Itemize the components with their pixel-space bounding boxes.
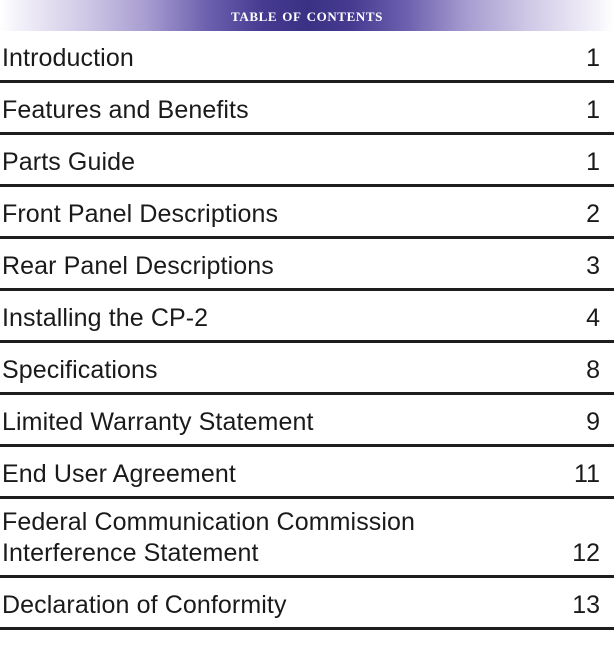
- toc-entry[interactable]: Specifications 8: [0, 343, 614, 395]
- toc-entry-title: Front Panel Descriptions: [2, 200, 279, 228]
- toc-entry[interactable]: End User Agreement 11: [0, 447, 614, 499]
- toc-entry-page-number: 9: [586, 408, 600, 436]
- page-title: Table Of Contents: [231, 5, 383, 25]
- toc-entry-page-number: 8: [586, 356, 600, 384]
- toc-entry-page-number: 2: [586, 200, 600, 228]
- toc-entry[interactable]: Rear Panel Descriptions 3: [0, 239, 614, 291]
- toc-entry-title: Installing the CP-2: [2, 304, 209, 332]
- toc-entry-page-number: 3: [586, 252, 600, 280]
- toc-entry-page-number: 11: [574, 460, 600, 488]
- toc-entry-title: Federal Communication Commission Interfe…: [2, 508, 416, 567]
- toc-entry[interactable]: Limited Warranty Statement 9: [0, 395, 614, 447]
- toc-entry-title: Parts Guide: [2, 148, 136, 176]
- toc-entry[interactable]: Front Panel Descriptions 2: [0, 187, 614, 239]
- toc-entry-page-number: 1: [586, 96, 600, 124]
- toc-entry[interactable]: Introduction 1: [0, 31, 614, 83]
- toc-entry-title: Specifications: [2, 356, 158, 384]
- toc-entry-title: Declaration of Conformity: [2, 591, 287, 619]
- toc-entry-list: Introduction 1 Features and Benefits 1 Parts…: [0, 31, 614, 630]
- toc-header-banner: Table Of Contents: [0, 0, 614, 31]
- toc-page: Table Of Contents Introduction 1 Features …: [0, 0, 614, 654]
- toc-entry-page-number: 1: [586, 44, 600, 72]
- toc-entry[interactable]: Federal Communication Commission Interfe…: [0, 499, 614, 578]
- toc-entry[interactable]: Installing the CP-2 4: [0, 291, 614, 343]
- toc-entry[interactable]: Features and Benefits 1: [0, 83, 614, 135]
- toc-entry-title: Rear Panel Descriptions: [2, 252, 274, 280]
- toc-entry-page-number: 1: [586, 148, 600, 176]
- toc-entry-title: Features and Benefits: [2, 96, 249, 124]
- toc-entry-page-number: 4: [586, 304, 600, 332]
- toc-entry-title: Limited Warranty Statement: [2, 408, 314, 436]
- toc-entry-title: Introduction: [2, 44, 134, 72]
- toc-entry-page-number: 12: [572, 539, 600, 567]
- toc-entry-page-number: 13: [572, 591, 600, 619]
- toc-entry[interactable]: Declaration of Conformity 13: [0, 578, 614, 630]
- toc-entry[interactable]: Parts Guide 1: [0, 135, 614, 187]
- toc-entry-title: End User Agreement: [2, 460, 236, 488]
